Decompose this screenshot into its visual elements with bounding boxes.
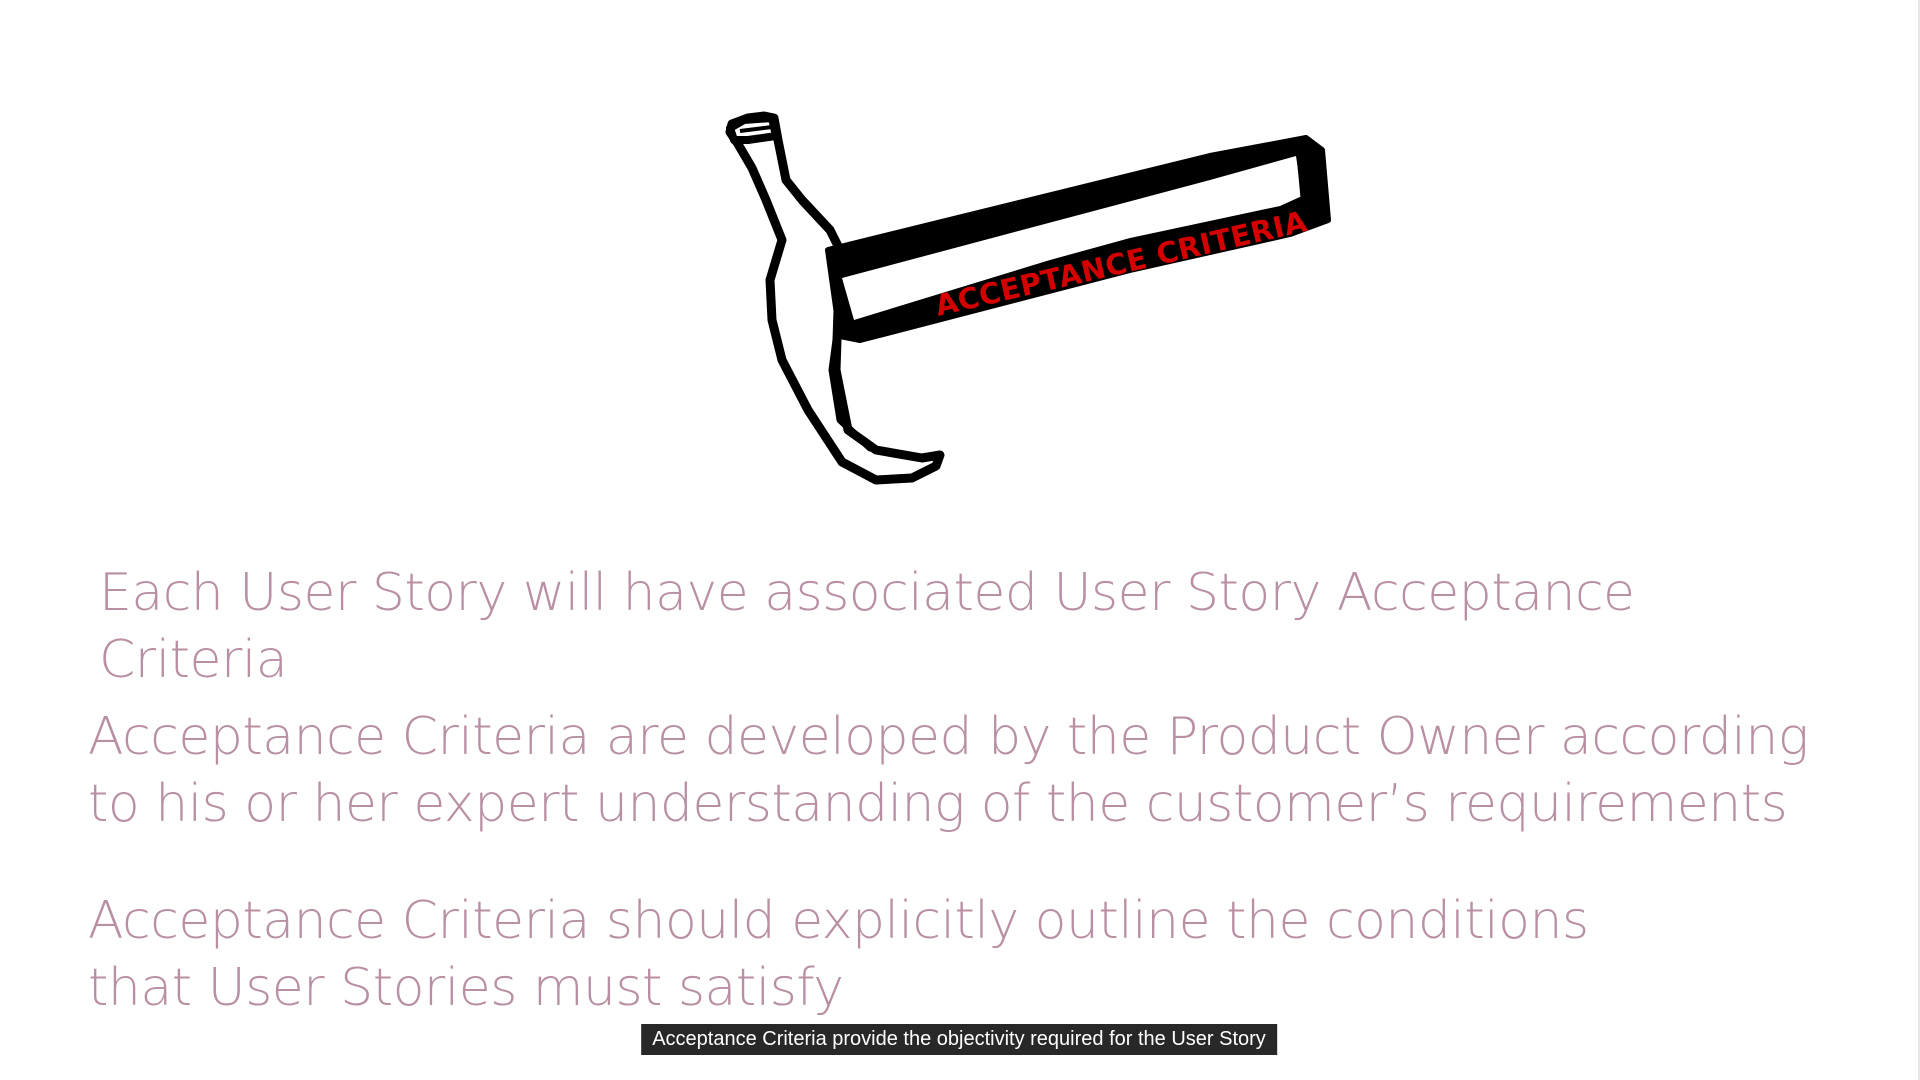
bullet-product-owner: Acceptance Criteria are developed by the…	[88, 707, 1809, 834]
bullet-user-story-criteria: Each User Story will have associated Use…	[99, 563, 1635, 690]
subtitle-caption: Acceptance Criteria provide the objectiv…	[641, 1024, 1277, 1055]
slide: ACCEPTANCE CRITERIA Each User Story will…	[0, 0, 1920, 1080]
bullet-conditions: Acceptance Criteria should explicitly ou…	[88, 891, 1589, 1018]
hammer-icon: ACCEPTANCE CRITERIA	[725, 111, 1331, 485]
